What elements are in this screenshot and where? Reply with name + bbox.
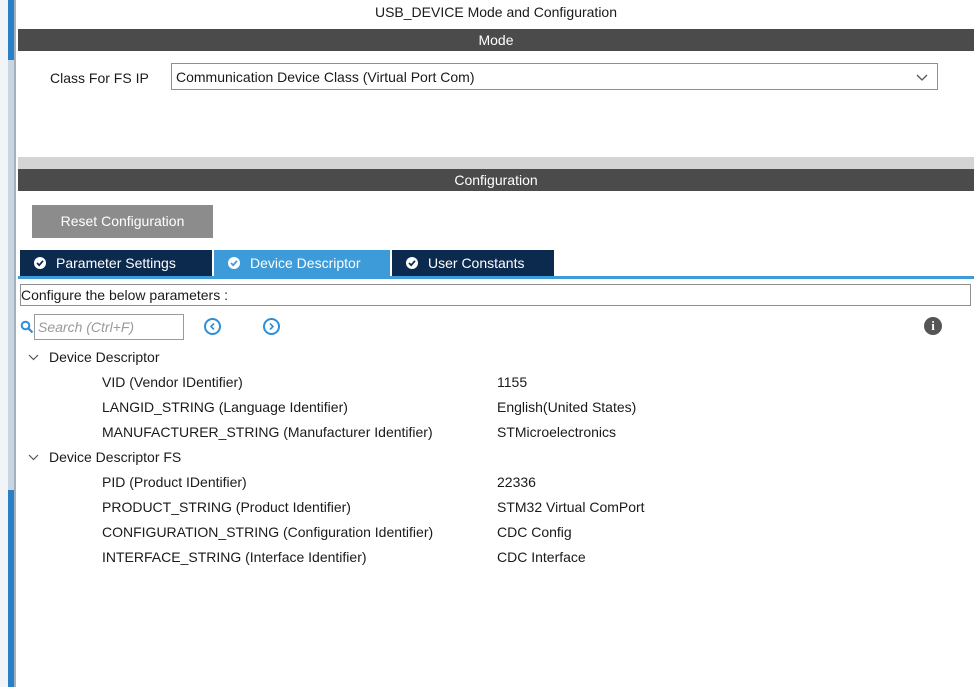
tab-underline bbox=[18, 276, 974, 279]
reset-configuration-button[interactable]: Reset Configuration bbox=[32, 205, 213, 238]
tab-label: User Constants bbox=[428, 255, 525, 271]
configure-hint: Configure the below parameters : bbox=[20, 284, 971, 306]
tree-group-label: Device Descriptor bbox=[49, 349, 160, 365]
circle-chevron-left-icon[interactable] bbox=[204, 318, 221, 335]
left-gutter bbox=[0, 0, 16, 687]
param-name-configuration[interactable]: CONFIGURATION_STRING (Configuration Iden… bbox=[102, 523, 433, 541]
section-divider bbox=[18, 157, 974, 169]
class-select[interactable]: Communication Device Class (Virtual Port… bbox=[171, 63, 938, 90]
chevron-down-icon bbox=[28, 454, 39, 461]
page-title: USB_DEVICE Mode and Configuration bbox=[374, 4, 618, 20]
class-label: Class For FS IP bbox=[50, 70, 149, 86]
param-name-manufacturer[interactable]: MANUFACTURER_STRING (Manufacturer Identi… bbox=[102, 423, 433, 441]
usb-device-panel: USB_DEVICE Mode and Configuration Mode C… bbox=[18, 0, 974, 687]
check-circle-icon bbox=[228, 257, 240, 269]
param-value-manufacturer[interactable]: STMicroelectronics bbox=[497, 423, 616, 441]
search-icon bbox=[20, 320, 34, 334]
class-select-value: Communication Device Class (Virtual Port… bbox=[176, 69, 475, 85]
param-value-product[interactable]: STM32 Virtual ComPort bbox=[497, 498, 645, 516]
tab-user-constants[interactable]: User Constants bbox=[392, 250, 554, 276]
mode-header: Mode bbox=[18, 29, 974, 51]
param-value-interface[interactable]: CDC Interface bbox=[497, 548, 586, 566]
tab-label: Parameter Settings bbox=[56, 255, 176, 271]
tab-parameter-settings[interactable]: Parameter Settings bbox=[20, 250, 212, 276]
tab-device-descriptor[interactable]: Device Descriptor bbox=[214, 250, 390, 276]
param-value-configuration[interactable]: CDC Config bbox=[497, 523, 572, 541]
param-name-langid[interactable]: LANGID_STRING (Language Identifier) bbox=[102, 398, 348, 416]
info-icon[interactable]: i bbox=[924, 317, 942, 335]
param-value-langid[interactable]: English(United States) bbox=[497, 398, 636, 416]
chevron-down-icon bbox=[916, 74, 928, 81]
tree-group-label: Device Descriptor FS bbox=[49, 449, 182, 465]
param-name-interface[interactable]: INTERFACE_STRING (Interface Identifier) bbox=[102, 548, 367, 566]
gutter-edge bbox=[14, 0, 16, 687]
configuration-header: Configuration bbox=[18, 169, 974, 191]
param-value-pid[interactable]: 22336 bbox=[497, 473, 536, 491]
check-circle-icon bbox=[34, 257, 46, 269]
param-name-product[interactable]: PRODUCT_STRING (Product Identifier) bbox=[102, 498, 351, 516]
param-name-vid[interactable]: VID (Vendor IDentifier) bbox=[102, 373, 243, 391]
gutter-strip bbox=[0, 0, 8, 687]
param-name-pid[interactable]: PID (Product IDentifier) bbox=[102, 473, 247, 491]
chevron-down-icon bbox=[28, 354, 39, 361]
tab-label: Device Descriptor bbox=[250, 255, 361, 271]
search-input[interactable] bbox=[34, 314, 184, 340]
circle-chevron-right-icon[interactable] bbox=[263, 318, 280, 335]
check-circle-icon bbox=[406, 257, 418, 269]
param-value-vid[interactable]: 1155 bbox=[497, 373, 527, 391]
